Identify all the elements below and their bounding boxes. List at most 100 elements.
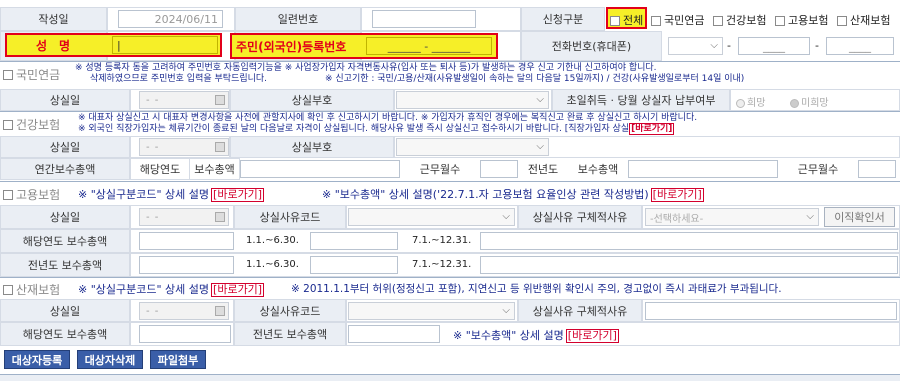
accident-link-2[interactable]: [바로가기]	[565, 329, 619, 343]
pension-notice-2b: ※ 신고기한 : 국민/고용/산재(사유발생일이 속하는 달의 다음달 15일까…	[325, 74, 745, 84]
phone-last-input[interactable]: ____	[826, 37, 894, 55]
phone-mid-input[interactable]: ____	[738, 37, 810, 55]
pension-title[interactable]: 국민연금	[3, 66, 60, 83]
health-loss-date-input[interactable]: - -	[139, 138, 229, 156]
employment-range-1: 1.1.~6.30.	[246, 235, 299, 246]
id-input[interactable]: ______ - _______	[366, 37, 492, 55]
pension-opt-yes[interactable]: 희망	[736, 94, 765, 109]
phone-area-select[interactable]: ⌵	[668, 37, 723, 55]
name-input[interactable]: |	[112, 36, 218, 54]
checkbox-icon	[837, 16, 847, 26]
checkbox-icon	[713, 16, 723, 26]
health-link[interactable]: [바로가기]	[629, 123, 675, 135]
health-loss-code-select[interactable]: ⌵	[396, 138, 549, 156]
delete-button[interactable]: 대상자삭제	[77, 350, 143, 369]
name-label: 성 명	[36, 39, 71, 53]
health-notice-2: ※ 외국인 직장가입자는 체류기간이 종료된 날의 다음날로 자격이 상실됩니다…	[78, 123, 675, 135]
pension-loss-date-label: 상실일	[0, 89, 130, 111]
chevron-down-icon: ⌵	[536, 94, 544, 105]
type-label: 신청구분	[521, 7, 605, 31]
chevron-down-icon: ⌵	[710, 40, 718, 51]
checkbox-icon	[651, 16, 661, 26]
health-prev-months-input[interactable]	[858, 160, 896, 178]
calendar-icon	[215, 306, 225, 316]
checkbox-icon	[610, 16, 620, 26]
accident-reason-code-select[interactable]: ⌵	[348, 302, 515, 320]
pension-opt-no[interactable]: 미희망	[790, 94, 829, 109]
accident-title[interactable]: 산재보험	[3, 281, 60, 298]
health-notice-1: ※ 대표자 상실신고 시 대표자 변경사항을 사전에 관할지사에 확인 후 신고…	[78, 113, 698, 123]
checkbox-icon	[3, 284, 13, 295]
health-prev-year-label: 전년도	[518, 158, 568, 180]
chevron-down-icon: ⌵	[502, 211, 510, 222]
employment-reason-code-label: 상실사유코드	[234, 205, 346, 229]
employment-link-2[interactable]: [바로가기]	[650, 188, 704, 202]
checkbox-icon	[3, 189, 13, 200]
type-check-health[interactable]: 건강보험	[713, 12, 766, 28]
radio-icon	[736, 98, 745, 108]
pension-loss-date-input[interactable]: - -	[139, 91, 229, 109]
chevron-down-icon: ⌵	[806, 211, 814, 222]
employment-prev-range-1: 1.1.~6.30.	[246, 259, 299, 270]
employment-range-2-input[interactable]	[480, 232, 898, 250]
pension-notice-1: ※ 성명 등록자 동을 고려하여 주민번호 자동입력기능을 ※ 사업장가입자 자…	[75, 63, 657, 73]
health-pay-label: 보수총액	[190, 158, 240, 180]
serial-input[interactable]	[372, 10, 476, 28]
chevron-down-icon: ⌵	[502, 305, 510, 316]
accident-reason-code-label: 상실사유코드	[234, 299, 346, 322]
employment-link-1[interactable]: [바로가기]	[211, 188, 265, 202]
accident-reason-detail-input[interactable]	[645, 302, 897, 320]
type-check-employment[interactable]: 고용보험	[775, 12, 828, 28]
date-input[interactable]: 2024/06/11	[118, 10, 223, 28]
health-prev-pay-input[interactable]	[628, 160, 778, 178]
accident-prev-year-label: 전년도 보수총액	[234, 322, 346, 346]
checkbox-icon	[3, 69, 13, 80]
accident-this-year-input[interactable]	[139, 325, 231, 343]
confirm-button[interactable]: 이직확인서	[824, 207, 895, 227]
type-check-accident[interactable]: 산재보험	[837, 12, 890, 28]
health-loss-date-label: 상실일	[0, 136, 130, 158]
employment-loss-date-input[interactable]: - -	[139, 208, 229, 226]
accident-loss-date-label: 상실일	[0, 299, 130, 322]
employment-reason-code-select[interactable]: ⌵	[348, 208, 515, 226]
employment-reason-detail-select[interactable]: -선택하세요- ⌵	[645, 208, 819, 226]
health-annual-label: 연간보수총액	[0, 158, 130, 180]
date-label: 작성일	[0, 7, 107, 31]
accident-note-3: ※ "보수총액" 상세 설명 [바로가기]	[453, 329, 619, 343]
health-loss-code-label: 상실부호	[230, 136, 394, 158]
health-title[interactable]: 건강보험	[3, 116, 60, 133]
pension-notice-2a: 삭제하였으므로 주민번호 입력을 부탁드립니다.	[90, 74, 268, 84]
employment-note-2: ※ "보수총액" 상세 설명('22.7.1.자 고용보험 요율인상 관련 작성…	[322, 188, 704, 202]
accident-prev-year-input[interactable]	[348, 325, 440, 343]
employment-title[interactable]: 고용보험	[3, 186, 60, 203]
employment-note-1: ※ "상실구분코드" 상세 설명 [바로가기]	[78, 188, 265, 202]
employment-prev-year-input[interactable]	[139, 256, 234, 274]
register-button[interactable]: 대상자등록	[4, 350, 70, 369]
id-label: 주민(외국인)등록번호	[236, 40, 347, 54]
calendar-icon	[215, 212, 225, 222]
health-months-input[interactable]	[480, 160, 518, 178]
accident-link[interactable]: [바로가기]	[211, 283, 265, 297]
type-check-pension[interactable]: 국민연금	[651, 12, 704, 28]
employment-range-1-input[interactable]	[310, 232, 398, 250]
checkbox-icon	[775, 16, 785, 26]
calendar-icon	[215, 142, 225, 152]
accident-reason-detail-label: 상실사유 구체적사유	[518, 299, 642, 322]
type-check-all[interactable]: 전체	[610, 12, 643, 28]
calendar-icon	[215, 95, 225, 105]
phone-dash-1: -	[727, 39, 731, 52]
phone-dash-2: -	[815, 39, 819, 52]
employment-this-year-label: 해당연도 보수총액	[0, 229, 130, 253]
chevron-down-icon: ⌵	[536, 141, 544, 152]
attach-button[interactable]: 파일첨부	[150, 350, 206, 369]
employment-prev-range-2: 7.1.~12.31.	[412, 259, 472, 270]
employment-this-year-input[interactable]	[139, 232, 234, 250]
employment-prev-range-2-input[interactable]	[480, 256, 898, 274]
pension-loss-code-select[interactable]: ⌵	[396, 91, 549, 109]
employment-prev-range-1-input[interactable]	[310, 256, 398, 274]
accident-loss-date-input[interactable]: - -	[139, 302, 229, 320]
health-pay-input[interactable]	[240, 160, 400, 178]
serial-label: 일련번호	[235, 7, 361, 31]
pension-initial-label: 초일취득 · 당월 상실자 납부여부	[552, 89, 730, 111]
checkbox-icon	[3, 119, 13, 130]
